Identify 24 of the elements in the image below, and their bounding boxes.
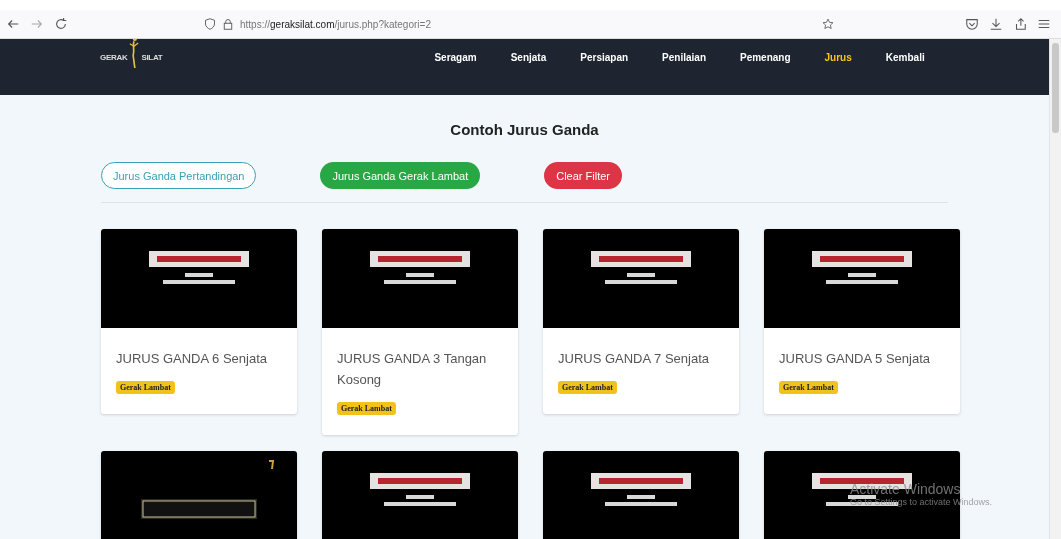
nav-link[interactable]: Senjata <box>493 51 564 63</box>
video-card[interactable]: JURUS GANDA 7 Senjata Gerak Lambat <box>543 229 739 414</box>
filter-button[interactable]: Clear Filter <box>544 162 623 189</box>
nav-link[interactable]: Jurus <box>807 51 869 63</box>
category-tag: Gerak Lambat <box>337 402 396 415</box>
video-card[interactable]: JURUS GANDA 3 Tangan Kosong Gerak Lambat <box>322 229 518 435</box>
nav-link[interactable]: Pemenang <box>723 51 808 63</box>
nav-link[interactable]: Kembali <box>868 51 942 63</box>
category-tag: Gerak Lambat <box>779 381 838 394</box>
card-title: JURUS GANDA 6 Senjata <box>116 350 268 368</box>
nav-link[interactable]: Seragam <box>417 51 494 63</box>
category-tag: Gerak Lambat <box>558 381 617 394</box>
card-title: JURUS GANDA 7 Senjata <box>558 350 710 368</box>
nav-link[interactable]: Persiapan <box>563 51 646 63</box>
card-title: JURUS GANDA 5 Senjata <box>779 350 931 368</box>
logo-text: GERAK <box>100 52 128 62</box>
url-text: https://geraksilat.com/jurus.php?kategori=2 <box>240 18 431 30</box>
video-card[interactable]: JURUS GANDA 6 Senjata Gerak Lambat <box>101 229 297 414</box>
video-card[interactable]: JURUS GANDA 5 Senjata Gerak Lambat <box>764 229 960 414</box>
page-title: Contoh Jurus Ganda <box>449 121 600 138</box>
category-tag: Gerak Lambat <box>116 381 175 394</box>
card-title: JURUS GANDA 3 Tangan Kosong <box>337 350 488 389</box>
logo-text: SILAT <box>141 52 163 62</box>
nav-link[interactable]: Penilaian <box>645 51 723 63</box>
